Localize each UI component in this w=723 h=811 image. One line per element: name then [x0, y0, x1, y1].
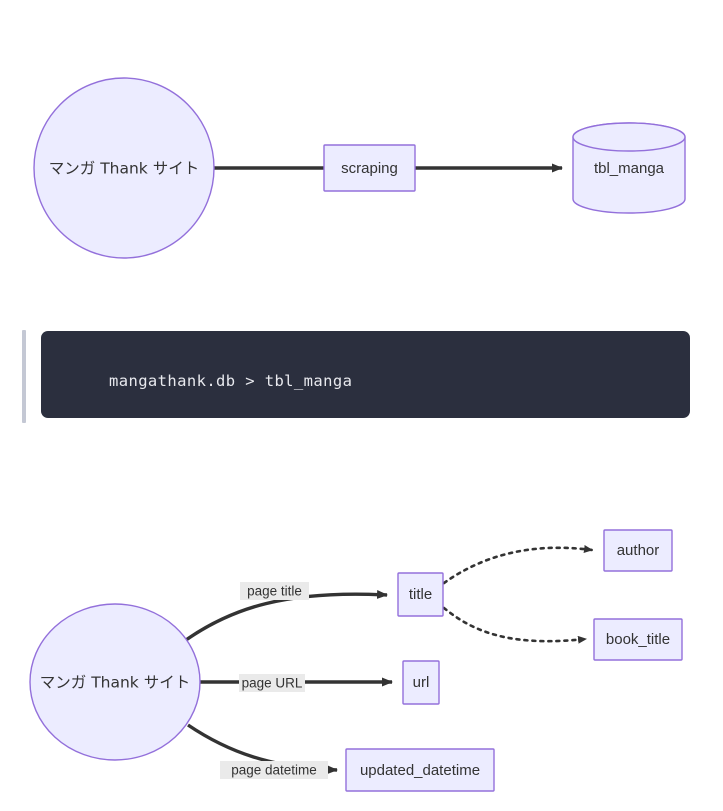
node-label-updated-datetime: updated_datetime	[360, 762, 480, 779]
code-block-text: mangathank.db > tbl_manga	[109, 372, 353, 390]
node-label-title: title	[409, 586, 432, 603]
edge-title-to-book-title	[442, 606, 588, 644]
code-block-region: mangathank.db > tbl_manga	[0, 320, 723, 430]
node-label-scraping: scraping	[341, 160, 398, 177]
scraping-overview-diagram: マンガ Thank サイト scraping tbl_manga	[0, 0, 723, 300]
edge-label-page-title: page title	[240, 582, 309, 600]
node-manga-thank-site-2[interactable]: マンガ Thank サイト	[29, 603, 201, 761]
node-manga-thank-site[interactable]: マンガ Thank サイト	[33, 77, 215, 259]
node-label-url: url	[413, 674, 430, 691]
edge-site-to-title	[185, 590, 388, 642]
node-title[interactable]: title	[397, 572, 444, 617]
column-mapping-diagram: page title page URL page datetime マンガ Th…	[0, 500, 723, 811]
node-label-manga-thank-site-2: マンガ Thank サイト	[40, 674, 190, 692]
node-label-author: author	[617, 542, 660, 559]
edge-title-to-author	[442, 545, 594, 585]
node-label-manga-thank-site: マンガ Thank サイト	[49, 160, 199, 178]
node-tbl-manga-database[interactable]: tbl_manga	[572, 122, 686, 214]
edge-label-page-datetime-text: page datetime	[231, 763, 317, 778]
node-book-title[interactable]: book_title	[593, 618, 683, 661]
edge-label-page-url: page URL	[239, 674, 305, 692]
node-author[interactable]: author	[603, 529, 673, 572]
node-url[interactable]: url	[402, 660, 440, 705]
edge-label-page-url-text: page URL	[242, 676, 303, 691]
node-updated-datetime[interactable]: updated_datetime	[345, 748, 495, 792]
node-scraping[interactable]: scraping	[323, 144, 416, 192]
edge-label-page-datetime: page datetime	[220, 761, 328, 779]
node-label-tbl-manga: tbl_manga	[594, 160, 665, 177]
node-label-book-title: book_title	[606, 631, 670, 648]
code-block: mangathank.db > tbl_manga	[41, 331, 690, 418]
edge-label-page-title-text: page title	[247, 584, 302, 599]
blockquote-bar	[22, 330, 26, 423]
